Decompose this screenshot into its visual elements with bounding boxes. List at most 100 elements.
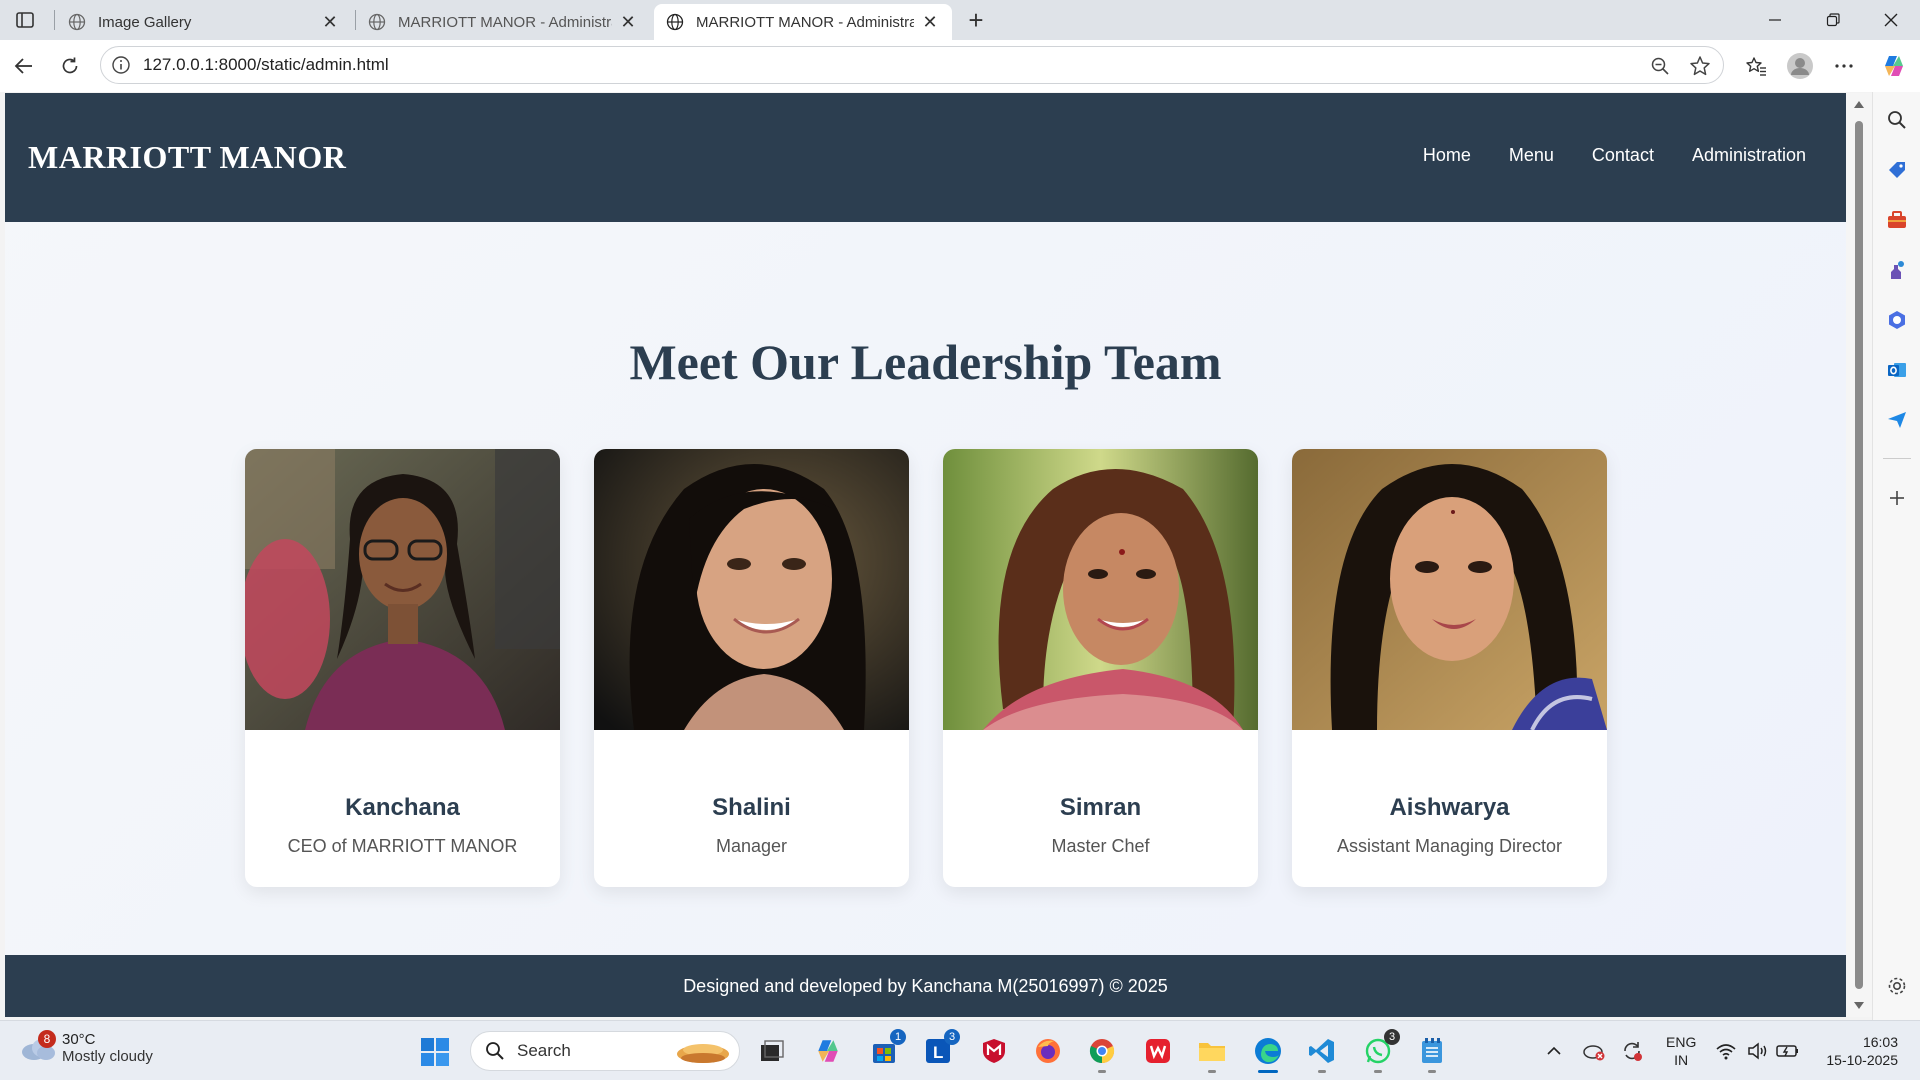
add-icon[interactable] (1885, 486, 1909, 510)
store-icon[interactable]: 1 (868, 1029, 906, 1067)
address-bar[interactable]: 127.0.0.1:8000/static/admin.html (100, 46, 1724, 84)
team-member-role: Master Chef (1051, 836, 1150, 856)
tab-image-gallery[interactable]: Image Gallery ✕ (56, 4, 352, 40)
team-photo (245, 449, 560, 730)
lens-app-icon[interactable]: L 3 (922, 1029, 960, 1067)
globe-icon (68, 13, 86, 31)
tab-title: Image Gallery (98, 13, 192, 31)
restore-button[interactable] (1804, 0, 1862, 40)
minimize-button[interactable] (1746, 0, 1804, 40)
team-card: Kanchana CEO of MARRIOTT MANOR (245, 449, 560, 887)
nav-home[interactable]: Home (1423, 145, 1471, 166)
region-code: IN (1674, 1052, 1689, 1068)
running-indicator (1208, 1070, 1216, 1073)
taskbar-search[interactable]: Search (470, 1031, 740, 1071)
chrome-icon[interactable] (1086, 1035, 1118, 1073)
scroll-thumb[interactable] (1855, 121, 1863, 989)
team-member-role: CEO of MARRIOTT MANOR (287, 836, 518, 856)
info-icon[interactable] (111, 55, 131, 75)
reload-icon (62, 57, 78, 74)
nav-menu[interactable]: Menu (1509, 145, 1554, 166)
language-code: ENG (1666, 1034, 1697, 1050)
toolbox-icon[interactable] (1885, 208, 1909, 232)
notepad-icon[interactable] (1416, 1035, 1448, 1073)
tab-strip: Image Gallery ✕ MARRIOTT MANOR - Adminis… (0, 0, 1920, 40)
close-icon[interactable]: ✕ (320, 12, 340, 32)
weather-alert-badge: 8 (38, 1030, 56, 1048)
copilot-app-icon[interactable] (1885, 308, 1909, 332)
chevron-up-icon[interactable] (1542, 1039, 1566, 1063)
windows-start-icon[interactable] (420, 1037, 450, 1067)
more-menu-button[interactable] (1828, 50, 1860, 82)
clock-time: 16:03 (1862, 1034, 1898, 1050)
search-icon[interactable] (1885, 108, 1909, 132)
reload-button[interactable] (54, 50, 86, 82)
favorites-button[interactable] (1740, 50, 1772, 82)
file-explorer-icon[interactable] (1196, 1035, 1228, 1073)
team-cards: Kanchana CEO of MARRIOTT MANOR Shalini M… (245, 449, 1607, 887)
mcafee-icon[interactable] (978, 1035, 1010, 1067)
firefox-icon[interactable] (1032, 1035, 1064, 1067)
edge-icon[interactable] (1252, 1035, 1284, 1073)
weather-condition: Mostly cloudy (62, 1048, 153, 1065)
tab-admin-1[interactable]: MARRIOTT MANOR - Administration ✕ (356, 4, 650, 40)
onedrive-offline-icon[interactable] (1582, 1039, 1606, 1063)
send-icon[interactable] (1885, 408, 1909, 432)
nav-contact[interactable]: Contact (1592, 145, 1654, 166)
edge-sidebar (1872, 92, 1920, 1020)
footer-text: Designed and developed by Kanchana M(250… (683, 975, 1168, 996)
sync-icon[interactable] (1620, 1039, 1644, 1063)
team-card: Simran Master Chef (943, 449, 1258, 887)
cloud-icon: 8 (20, 1030, 56, 1062)
url-text: 127.0.0.1:8000/static/admin.html (143, 55, 389, 74)
new-tab-button[interactable]: + (962, 5, 990, 35)
clock-date: 15-10-2025 (1826, 1052, 1898, 1068)
close-icon[interactable]: ✕ (618, 12, 638, 32)
nav-administration[interactable]: Administration (1692, 145, 1806, 166)
site-brand[interactable]: MARRIOTT MANOR (28, 139, 346, 176)
system-clock[interactable]: 16:03 15-10-2025 (1818, 1033, 1898, 1069)
wifi-icon[interactable] (1714, 1039, 1738, 1063)
favorite-star-icon[interactable] (1689, 55, 1711, 77)
site-header: MARRIOTT MANOR Home Menu Contact Adminis… (5, 93, 1846, 222)
tag-icon[interactable] (1885, 158, 1909, 182)
tab-actions-icon[interactable] (12, 8, 38, 32)
running-indicator (1428, 1070, 1436, 1073)
close-icon[interactable]: ✕ (920, 12, 940, 32)
team-card: Shalini Manager (594, 449, 909, 887)
weather-widget[interactable]: 8 30°C Mostly cloudy (20, 1030, 153, 1065)
copilot-button[interactable] (1878, 50, 1910, 82)
volume-icon[interactable] (1746, 1039, 1770, 1063)
whatsapp-icon[interactable]: 3 (1362, 1029, 1400, 1073)
team-photo (943, 449, 1258, 730)
globe-icon (368, 13, 386, 31)
section-title: Meet Our Leadership Team (629, 334, 1222, 390)
lens-badge: 3 (944, 1029, 960, 1045)
games-icon[interactable] (1885, 258, 1909, 282)
task-view-icon[interactable] (756, 1035, 788, 1067)
vscode-icon[interactable] (1306, 1035, 1338, 1073)
sidebar-divider (1883, 458, 1911, 459)
scroll-down-icon[interactable] (1853, 999, 1865, 1011)
store-badge: 1 (890, 1029, 906, 1045)
favorites-list-icon (1746, 57, 1766, 76)
copilot-taskbar-icon[interactable] (812, 1035, 844, 1067)
page-scrollbar[interactable] (1846, 93, 1872, 1017)
back-button[interactable] (8, 50, 40, 82)
wps-office-icon[interactable] (1142, 1035, 1174, 1067)
running-indicator (1098, 1070, 1106, 1073)
team-member-name: Kanchana (345, 794, 460, 821)
team-member-role: Manager (715, 836, 788, 856)
whatsapp-badge: 3 (1384, 1029, 1400, 1045)
profile-button[interactable] (1784, 50, 1816, 82)
close-window-button[interactable] (1862, 0, 1920, 40)
battery-icon[interactable] (1776, 1039, 1800, 1063)
weather-temp: 30°C (62, 1031, 96, 1048)
tab-admin-2-active[interactable]: MARRIOTT MANOR - Administration ✕ (654, 4, 952, 40)
input-language[interactable]: ENG IN (1666, 1033, 1696, 1069)
team-member-role: Assistant Managing Director (1336, 836, 1563, 856)
zoom-out-icon[interactable] (1649, 55, 1671, 77)
gear-icon[interactable] (1885, 974, 1909, 998)
scroll-up-icon[interactable] (1853, 99, 1865, 111)
outlook-icon[interactable] (1885, 358, 1909, 382)
